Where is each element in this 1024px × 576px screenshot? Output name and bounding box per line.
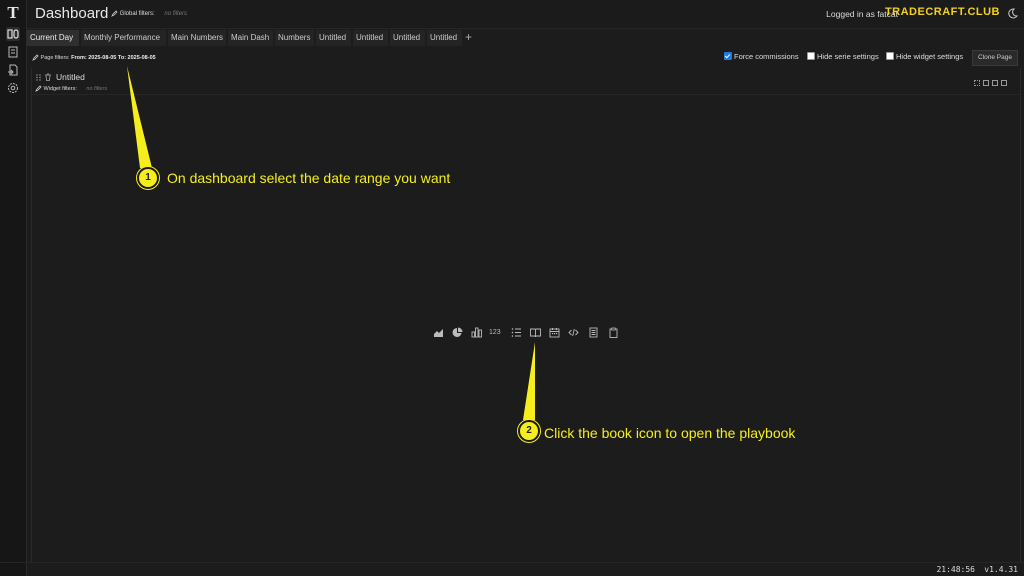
- tab-main-numbers[interactable]: Main Numbers: [168, 30, 226, 46]
- callout-2-text: Click the book icon to open the playbook: [544, 425, 796, 441]
- tab-monthly-performance[interactable]: Monthly Performance: [81, 30, 166, 46]
- split-horizontal-icon[interactable]: [992, 80, 998, 86]
- page-filters-value: From: 2025-08-05 To: 2025-08-05: [71, 54, 156, 61]
- global-filters-value: no filters: [164, 11, 188, 18]
- trash-icon[interactable]: [44, 73, 52, 81]
- widget-title[interactable]: Untitled: [56, 72, 85, 82]
- import-icon[interactable]: [6, 63, 20, 77]
- logo-icon[interactable]: T: [4, 4, 22, 22]
- hide-widget-settings-label: Hide widget settings: [896, 52, 964, 61]
- duplicate-icon[interactable]: [1001, 80, 1007, 86]
- left-sidebar: T: [0, 0, 27, 576]
- brand-logo[interactable]: TRADECRAFT.CLUB: [885, 6, 1000, 18]
- tab-untitled-1[interactable]: Untitled: [316, 30, 351, 46]
- dashboard-icon[interactable]: [6, 27, 20, 41]
- widget-header: Untitled Widget filters: no filters: [32, 68, 1020, 95]
- clone-page-button[interactable]: Clone Page: [972, 50, 1018, 66]
- pencil-icon[interactable]: [32, 54, 39, 61]
- tab-current-day[interactable]: Current Day: [27, 30, 79, 46]
- area-chart-icon[interactable]: [433, 327, 444, 338]
- status-bar: 21:48:56 v1.4.31: [0, 562, 1024, 576]
- top-bar: Dashboard Global filters: no filters Log…: [27, 0, 1024, 29]
- tab-main-dash[interactable]: Main Dash: [228, 30, 273, 46]
- page-tabs: Current Day Monthly Performance Main Num…: [27, 30, 1024, 46]
- list-icon[interactable]: [511, 327, 522, 338]
- split-vertical-icon[interactable]: [983, 80, 989, 86]
- clipboard-icon[interactable]: [608, 327, 619, 338]
- page-filters-label: Page filters:: [40, 54, 70, 61]
- force-commissions-label: Force commissions: [734, 52, 799, 61]
- pie-chart-icon[interactable]: [452, 327, 463, 338]
- global-filters[interactable]: Global filters: no filters: [111, 10, 187, 17]
- code-icon[interactable]: [568, 327, 579, 338]
- journal-icon[interactable]: [6, 45, 20, 59]
- settings-icon[interactable]: [6, 81, 20, 95]
- page-filter-bar: Page filters: From: 2025-08-05 To: 2025-…: [30, 50, 1020, 66]
- add-tab-button[interactable]: +: [465, 30, 472, 45]
- hide-widget-settings-checkbox[interactable]: Hide widget settings: [886, 52, 963, 61]
- widget-filters[interactable]: Widget filters: no filters: [35, 85, 107, 92]
- drag-handle-icon[interactable]: [36, 74, 41, 81]
- widget-panel: Untitled Widget filters: no filters: [31, 68, 1021, 562]
- tab-numbers[interactable]: Numbers: [275, 30, 314, 46]
- bar-chart-icon[interactable]: [471, 327, 482, 338]
- calendar-icon[interactable]: [549, 327, 560, 338]
- pencil-icon[interactable]: [111, 10, 118, 17]
- hide-serie-settings-checkbox[interactable]: Hide serie settings: [807, 52, 879, 61]
- clock-text: 21:48:56: [936, 565, 975, 574]
- page-title: Dashboard: [35, 5, 109, 22]
- force-commissions-checkbox[interactable]: Force commissions: [724, 52, 799, 61]
- widget-filters-value: no filters: [86, 85, 108, 92]
- version-text: v1.4.31: [984, 565, 1018, 574]
- expand-icon[interactable]: [974, 80, 980, 86]
- document-icon[interactable]: [588, 327, 599, 338]
- numbers-icon[interactable]: 123: [489, 327, 505, 338]
- tab-untitled-4[interactable]: Untitled: [427, 30, 462, 46]
- hide-serie-settings-label: Hide serie settings: [817, 52, 879, 61]
- callout-1-badge: 1: [137, 167, 159, 189]
- widget-actions: [974, 73, 1018, 86]
- widget-filters-label: Widget filters:: [43, 85, 77, 92]
- global-filters-label: Global filters:: [119, 11, 155, 18]
- callout-1-text: On dashboard select the date range you w…: [167, 170, 451, 186]
- book-icon[interactable]: [530, 327, 541, 338]
- callout-2-badge: 2: [518, 420, 540, 442]
- moon-icon[interactable]: [1007, 8, 1018, 19]
- pencil-icon[interactable]: [35, 85, 42, 92]
- tab-untitled-3[interactable]: Untitled: [390, 30, 425, 46]
- tab-untitled-2[interactable]: Untitled: [353, 30, 388, 46]
- page-filters[interactable]: Page filters: From: 2025-08-05 To: 2025-…: [32, 54, 156, 61]
